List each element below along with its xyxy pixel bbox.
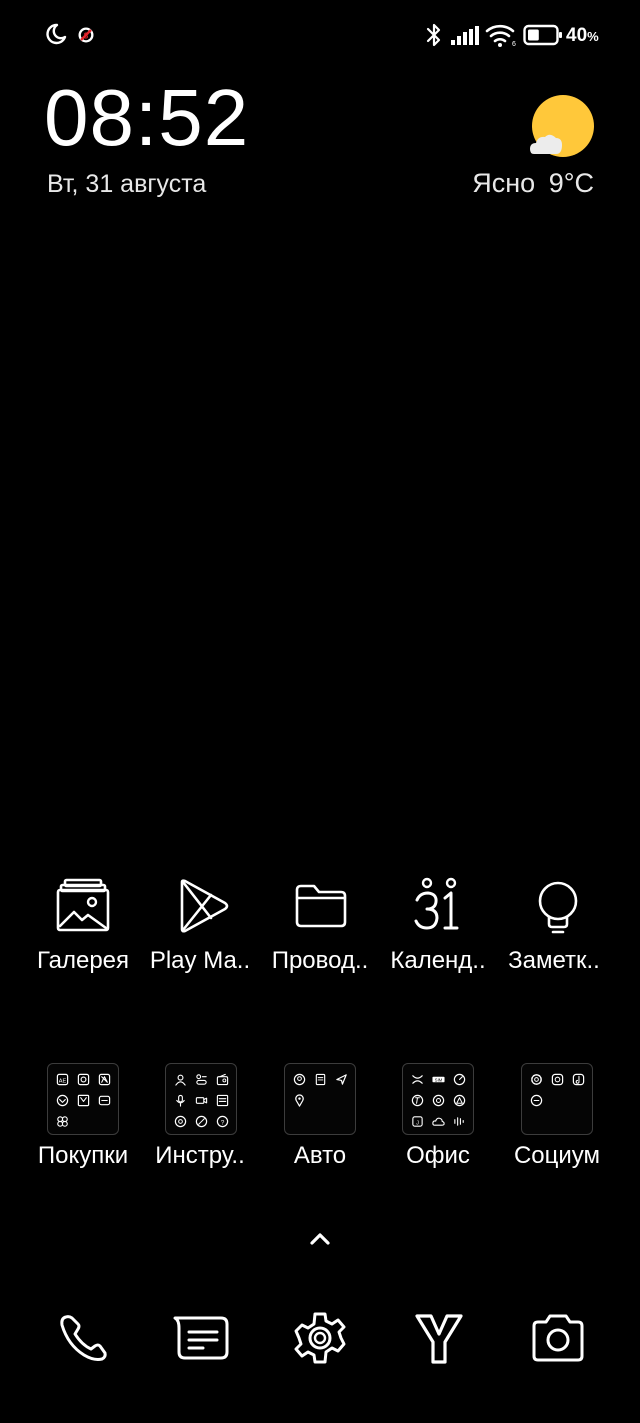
folder-label-shopping[interactable]: Покупки: [18, 1142, 148, 1170]
folder-label-office[interactable]: Офис: [373, 1142, 503, 1170]
ozon-icon: [98, 1095, 111, 1106]
folder-auto[interactable]: [284, 1063, 356, 1135]
sun-with-cloud-icon[interactable]: [526, 94, 598, 160]
svg-text:6: 6: [512, 41, 516, 47]
compass-icon: [195, 1115, 208, 1128]
bluetooth-icon: [425, 22, 443, 48]
chevron-up-icon[interactable]: [309, 1230, 331, 1246]
maps-icon: [293, 1073, 306, 1086]
flower-icon: [57, 1116, 68, 1127]
app-label-files[interactable]: Провод..: [255, 947, 385, 975]
location-pin-icon: [295, 1094, 304, 1107]
messages-icon[interactable]: [173, 1314, 229, 1364]
folder-office[interactable]: SIM J: [402, 1063, 474, 1135]
folder-social[interactable]: [521, 1063, 593, 1135]
clock-time[interactable]: 08:52: [44, 78, 249, 158]
navigation-icon: [336, 1074, 347, 1085]
chrome-icon: [432, 1094, 445, 1107]
moon-icon: [44, 22, 68, 46]
folder-icon[interactable]: [294, 882, 348, 930]
svg-text:J: J: [416, 1120, 419, 1126]
cloud-icon: [432, 1117, 445, 1126]
yandex-browser-icon[interactable]: [413, 1312, 465, 1364]
toggle-icon: [196, 1074, 207, 1085]
signal-icon: [450, 26, 480, 46]
clock-date[interactable]: Вт, 31 августа: [47, 170, 206, 199]
messenger-icon: [530, 1094, 543, 1107]
camera-app-icon: [551, 1073, 564, 1086]
app-label-play-market[interactable]: Play Ма..: [135, 947, 265, 975]
weather-summary[interactable]: Ясно 9°C: [472, 168, 594, 199]
folder-label-tools[interactable]: Инстру..: [135, 1142, 265, 1170]
security-icon: [174, 1115, 187, 1128]
do-not-disturb-icon: 8: [77, 26, 95, 44]
recorder-icon: [176, 1094, 185, 1107]
translate-icon: [411, 1094, 424, 1107]
weather-condition: Ясно: [472, 168, 536, 198]
shop-icon: AE: [56, 1073, 69, 1086]
gear-badge-icon: [531, 1074, 542, 1085]
video-icon: [195, 1097, 208, 1104]
app-label-gallery[interactable]: Галерея: [18, 947, 148, 975]
battery-icon: [523, 24, 563, 46]
calendar-icon[interactable]: [412, 876, 466, 934]
radio-icon: [216, 1073, 229, 1086]
wildberries-icon: [77, 1094, 90, 1107]
battery-percentage: 40%: [566, 25, 599, 46]
delivery-icon: [56, 1094, 69, 1107]
scanner-icon: [216, 1094, 229, 1107]
svg-text:8: 8: [84, 32, 89, 41]
crossed-tools-icon: [412, 1075, 423, 1084]
drive-icon: [453, 1094, 466, 1107]
market-icon: [98, 1073, 111, 1086]
badge-icon: SIM: [432, 1076, 445, 1082]
contacts-icon: [175, 1074, 186, 1086]
store-icon: [77, 1073, 90, 1086]
weather-temperature: 9°C: [548, 168, 594, 198]
wifi-icon: 6: [485, 23, 517, 47]
notes-bulb-icon[interactable]: [536, 880, 580, 934]
help-icon: ?: [216, 1115, 229, 1128]
phone-icon[interactable]: [58, 1313, 110, 1365]
svg-text:?: ?: [221, 1119, 225, 1126]
camera-icon[interactable]: [530, 1314, 586, 1362]
settings-icon[interactable]: [293, 1311, 347, 1365]
speedometer-icon: [453, 1073, 466, 1086]
gallery-icon[interactable]: [56, 878, 110, 934]
document-icon: [315, 1073, 326, 1086]
svg-text:SIM: SIM: [435, 1077, 443, 1082]
notes-app-icon: J: [412, 1116, 423, 1127]
folder-label-social[interactable]: Социум: [492, 1142, 622, 1170]
app-label-calendar[interactable]: Календ..: [373, 947, 503, 975]
folder-shopping[interactable]: AE: [47, 1063, 119, 1135]
folder-label-auto[interactable]: Авто: [255, 1142, 385, 1170]
tiktok-icon: [572, 1073, 585, 1086]
play-market-icon[interactable]: [177, 878, 231, 934]
folder-tools[interactable]: ?: [165, 1063, 237, 1135]
app-label-notes[interactable]: Заметк..: [489, 947, 619, 975]
audio-icon: [454, 1117, 464, 1126]
svg-text:AE: AE: [59, 1078, 67, 1084]
